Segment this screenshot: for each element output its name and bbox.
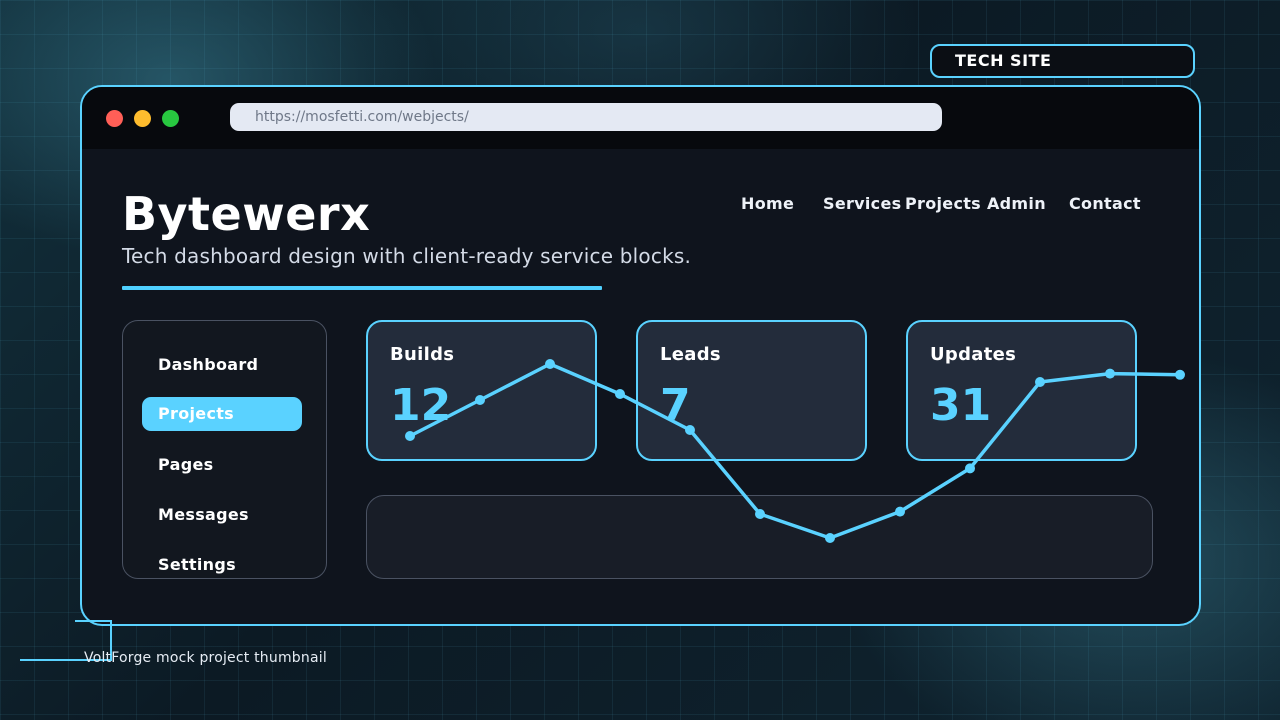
- trend-point-6: [825, 533, 835, 543]
- trend-line-chart: [405, 359, 1185, 543]
- trend-point-7: [895, 506, 905, 517]
- trend-point-9: [1035, 377, 1045, 387]
- trend-point-8: [965, 463, 975, 474]
- deco-line: [75, 620, 112, 622]
- trend-point-4: [685, 425, 695, 435]
- trend-point-1: [475, 395, 485, 405]
- trend-point-11: [1175, 369, 1185, 380]
- trend-point-3: [615, 389, 625, 399]
- trend-point-0: [405, 431, 415, 441]
- trend-point-2: [545, 359, 555, 369]
- trend-point-5: [755, 509, 765, 519]
- trend-line: [409, 362, 1181, 540]
- thumbnail-caption: VoltForge mock project thumbnail: [84, 650, 327, 666]
- trend-point-10: [1105, 368, 1115, 379]
